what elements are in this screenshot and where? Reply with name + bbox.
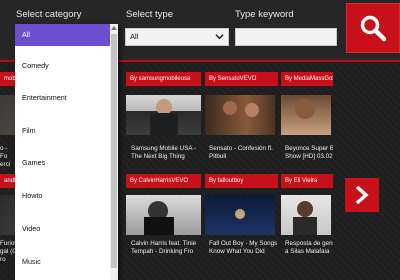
video-tile-header[interactable]: By CalvinHarrisVEVO — [126, 174, 201, 188]
chevron-right-icon — [355, 185, 369, 205]
category-option-entertainment[interactable]: Entertainment — [15, 87, 110, 109]
type-select[interactable]: All — [125, 28, 229, 46]
video-thumbnail[interactable] — [281, 195, 331, 235]
video-thumbnail[interactable] — [126, 195, 201, 235]
video-title: a Silas Malafaia — [285, 248, 330, 255]
video-title: Samsung Mobile USA - — [131, 145, 197, 152]
video-title-fragment: o - — [0, 145, 8, 152]
category-option-music[interactable]: Music — [15, 251, 110, 273]
video-title: Calvin Harris feat. Tinie — [131, 240, 197, 247]
video-thumbnail[interactable] — [205, 195, 275, 235]
video-tile-header[interactable]: By MediaMassGold — [281, 72, 333, 86]
video-title: Pitbull — [209, 153, 227, 160]
video-title: Tempah - Drinking Fro — [131, 248, 194, 255]
video-title-fragment: ro — [0, 256, 6, 263]
dropdown-scrollbar[interactable] — [110, 24, 118, 280]
video-title-fragment: Fo — [0, 153, 8, 160]
category-option-film[interactable]: Film — [15, 120, 110, 142]
category-option-video[interactable]: Video — [15, 218, 110, 240]
category-dropdown[interactable]: All Comedy Entertainment Film Games Howt… — [15, 24, 118, 280]
category-option-games[interactable]: Games — [15, 152, 110, 174]
category-option-comedy[interactable]: Comedy — [15, 55, 110, 77]
video-title-fragment: erci — [0, 161, 11, 168]
video-title-fragment: gal (Of — [0, 248, 16, 255]
type-label: Select type — [126, 9, 173, 20]
video-title: Resposta de genetic — [285, 240, 333, 247]
video-title: The Next Big Thing — [131, 153, 185, 160]
keyword-input[interactable] — [235, 28, 337, 46]
video-thumbnail[interactable] — [205, 95, 275, 135]
video-tile-header[interactable]: By falloutboy — [205, 174, 278, 188]
search-button[interactable] — [346, 3, 400, 53]
search-icon — [360, 15, 387, 42]
next-page-button[interactable] — [345, 178, 379, 212]
video-title: Fall Out Boy - My Songs — [209, 240, 277, 247]
video-title: Beyonce Super Bowl — [285, 145, 333, 152]
scrollbar-thumb[interactable] — [111, 34, 117, 268]
video-tile-header[interactable]: By SensatoVEVO — [205, 72, 278, 86]
video-tile-header[interactable]: By Eli Vieira — [281, 174, 333, 188]
video-thumbnail[interactable] — [281, 95, 331, 135]
keyword-label: Type keyword — [235, 9, 294, 20]
category-option-all[interactable]: All — [15, 24, 110, 46]
scroll-up-icon[interactable] — [111, 26, 117, 30]
video-title: Show [HD] 03.02.20 — [285, 153, 333, 160]
category-option-howto[interactable]: Howto — [15, 185, 110, 207]
chevron-down-icon — [215, 34, 224, 40]
category-label: Select category — [16, 9, 82, 20]
video-title-fragment: Furious — [0, 240, 16, 247]
video-thumbnail[interactable] — [126, 95, 201, 135]
type-select-value: All — [130, 32, 139, 41]
video-title: Sensato - Confesión ft. — [209, 145, 274, 152]
video-tile-header[interactable]: By samsungmobileusa — [126, 72, 201, 86]
video-title: Know What You Did — [209, 248, 265, 255]
